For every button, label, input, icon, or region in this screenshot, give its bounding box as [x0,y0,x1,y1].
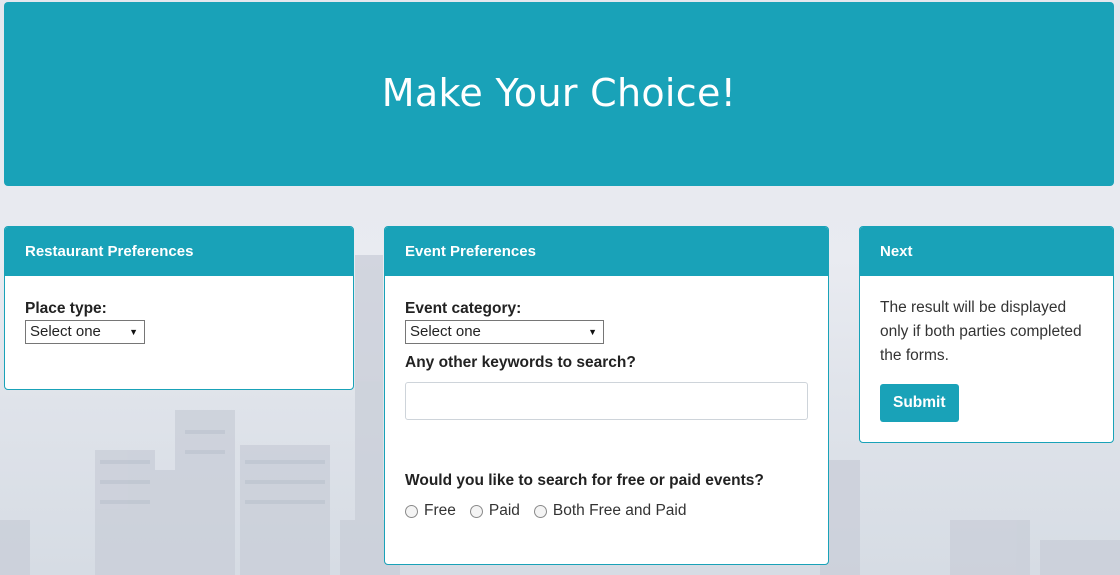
radio-free-label: Free [424,502,456,519]
keywords-label: Any other keywords to search? [405,354,636,371]
keywords-input[interactable] [405,382,808,420]
completion-note: The result will be displayed only if bot… [880,299,1082,364]
event-category-label: Event category: [405,300,522,317]
dropdown-arrow-icon: ▼ [588,327,597,337]
free-paid-label: Would you like to search for free or pai… [405,472,764,489]
radio-both[interactable]: Both Free and Paid [533,502,687,520]
next-card: Next The result will be displayed only i… [859,226,1114,443]
next-card-title: Next [860,227,1113,276]
restaurant-preferences-card: Restaurant Preferences Place type: Selec… [4,226,354,390]
place-type-label: Place type: [25,300,107,317]
header-banner: Make Your Choice! [4,2,1114,186]
dropdown-arrow-icon: ▼ [129,327,138,337]
restaurant-card-title: Restaurant Preferences [5,227,353,276]
submit-button[interactable]: Submit [880,384,959,422]
event-preferences-card: Event Preferences Event category: Select… [384,226,829,565]
radio-unchecked-icon[interactable] [469,504,483,518]
radio-paid[interactable]: Paid [469,502,520,520]
event-category-select-value: Select one [410,323,481,340]
free-paid-radio-group: Free Paid Both Free and Paid [405,502,808,520]
radio-paid-label: Paid [488,502,520,519]
radio-unchecked-icon[interactable] [533,504,547,518]
place-type-select-value: Select one [30,323,101,340]
event-category-select[interactable]: Select one ▼ [405,320,604,344]
event-card-title: Event Preferences [385,227,828,276]
place-type-select[interactable]: Select one ▼ [25,320,145,344]
page-title: Make Your Choice! [381,71,737,115]
radio-free[interactable]: Free [405,502,456,520]
radio-unchecked-icon[interactable] [405,504,418,518]
radio-both-label: Both Free and Paid [552,502,687,519]
